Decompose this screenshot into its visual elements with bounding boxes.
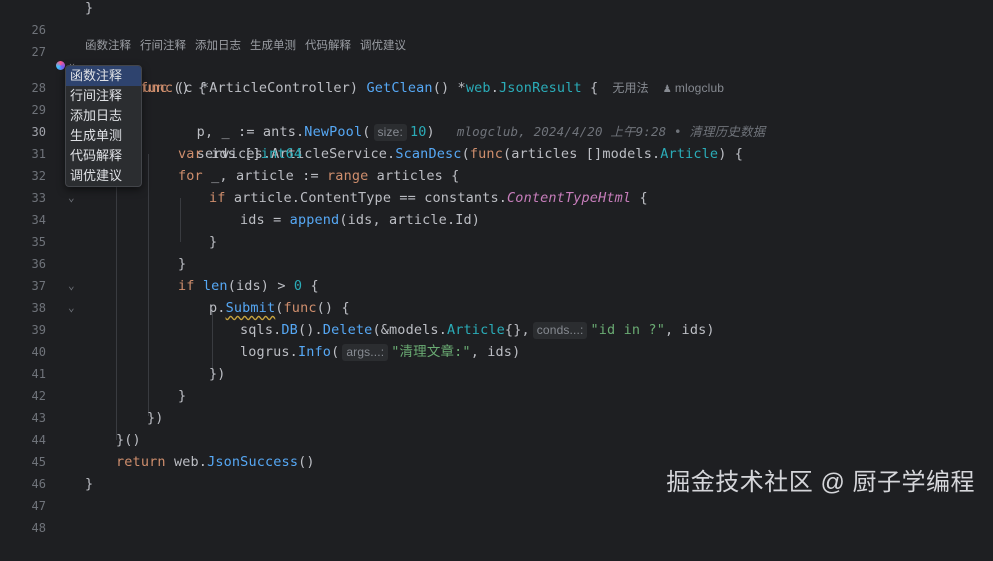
param-hint: args...: (342, 344, 389, 361)
code-line[interactable]: 36 } (0, 231, 993, 271)
lens-explain-code[interactable]: 代码解释 (305, 40, 351, 52)
code-token: return (116, 454, 166, 470)
lens-inline-comment[interactable]: 行间注释 (140, 40, 186, 52)
code-line[interactable]: 34 ⌄ if article.ContentType == constants… (0, 187, 993, 227)
lens-optimize-suggest[interactable]: 调优建议 (360, 40, 406, 52)
code-token: , ids) (470, 344, 521, 360)
code-token: JsonSuccess (207, 454, 299, 470)
code-token: "id in ?" (590, 322, 665, 338)
code-line[interactable]: 48 (0, 495, 993, 535)
code-token: web. (165, 454, 208, 470)
ai-code-lens: 函数注释 行间注释 添加日志 生成单测 代码解释 调优建议 (85, 37, 415, 53)
code-line[interactable]: 37 } (0, 253, 993, 293)
code-line[interactable]: 29 func() { (0, 77, 993, 117)
code-token: }() (116, 432, 141, 448)
code-token: () (298, 454, 315, 470)
code-line[interactable]: 38 ⌄ if len(ids) > 0 { (0, 275, 993, 315)
code-token: 0 (293, 278, 303, 294)
ai-plugin-icon[interactable] (56, 61, 65, 70)
code-token: ids [] (202, 146, 261, 162)
code-line[interactable]: 26 } (0, 0, 993, 37)
code-token: range (327, 168, 369, 184)
code-token: }) (147, 410, 164, 426)
code-token: Submit (225, 300, 276, 316)
lens-add-log[interactable]: 添加日志 (195, 40, 241, 52)
code-token: func (140, 80, 174, 96)
code-token: article.ContentType == constants. (225, 190, 508, 206)
code-token: int64 (260, 146, 303, 162)
code-token: ( (331, 344, 340, 360)
code-token: ids = (240, 212, 290, 228)
code-token: ( (275, 300, 284, 316)
code-token: if (178, 278, 195, 294)
code-token: len (202, 278, 228, 294)
code-token: Delete (322, 322, 373, 338)
code-token: _, article := (202, 168, 328, 184)
code-token: "清理文章:" (391, 344, 471, 360)
popup-item-inline-comment[interactable]: 行间注释 (66, 86, 141, 106)
code-line[interactable]: 45 }() (0, 429, 993, 469)
code-line[interactable]: 31 services.ArticleService.ScanDesc(func… (0, 121, 993, 162)
code-editor[interactable]: 26 } 27 函数注释 行间注释 添加日志 生成单测 代码解释 调优建议 28 func… (0, 0, 993, 535)
param-hint: conds...: (532, 322, 588, 339)
code-token: if (209, 190, 226, 206)
code-line[interactable]: 39 ⌄ p.Submit(func() { (0, 297, 993, 337)
popup-item-explain-code[interactable]: 代码解释 (66, 146, 141, 166)
code-token: Article (446, 322, 505, 338)
code-token: Info (297, 344, 332, 360)
code-token: (ids) > (227, 278, 294, 294)
code-token: DB (281, 322, 298, 338)
code-token: func (283, 300, 317, 316)
code-token: for (178, 168, 203, 184)
code-token: p. (209, 300, 226, 316)
code-token: { (302, 278, 319, 294)
code-line[interactable]: 42 }) (0, 363, 993, 403)
chevron-down-icon[interactable]: ⌄ (68, 187, 78, 209)
lens-function-comment[interactable]: 函数注释 (85, 40, 131, 52)
code-token: } (178, 256, 187, 272)
code-token: (&models. (372, 322, 447, 338)
ai-action-popup: 函数注释 行间注释 添加日志 生成单测 代码解释 调优建议 (65, 65, 142, 187)
code-line[interactable]: 32 var ids []int64 (0, 143, 993, 183)
code-line-current[interactable]: 30 p, _ := ants.NewPool(size: 10) mlogclub… (0, 99, 993, 141)
code-line[interactable]: 43 } (0, 385, 993, 425)
code-line[interactable]: 41 logrus.Info(args...: "清理文章:", ids) (0, 341, 993, 381)
chevron-down-icon[interactable]: ⌄ (68, 297, 78, 319)
lens-generate-test[interactable]: 生成单测 (250, 40, 296, 52)
code-token: (ids, article.Id) (339, 212, 481, 228)
line-number: 48 (31, 521, 46, 535)
code-token: () { (173, 80, 207, 96)
code-token: articles { (368, 168, 460, 184)
popup-item-generate-test[interactable]: 生成单测 (66, 126, 141, 146)
code-line[interactable]: 44 }) (0, 407, 993, 447)
code-token: }) (209, 366, 226, 382)
code-line[interactable]: 28 func (c *ArticleController) GetClean(… (0, 55, 993, 96)
code-token: } (85, 0, 94, 16)
watermark: 掘金技术社区 @ 厨子学编程 (666, 469, 975, 496)
code-token: } (209, 234, 218, 250)
code-token: {}, (504, 322, 530, 338)
code-token: } (85, 476, 94, 492)
chevron-down-icon[interactable]: ⌄ (68, 275, 78, 297)
popup-item-optimize-suggest[interactable]: 调优建议 (66, 166, 141, 186)
code-line[interactable]: 33 for _, article := range articles { (0, 165, 993, 205)
code-token: { (631, 190, 648, 206)
code-token: () { (316, 300, 350, 316)
code-token: (). (297, 322, 323, 338)
code-token: sqls. (240, 322, 282, 338)
code-token: append (289, 212, 340, 228)
code-token: var (178, 146, 203, 162)
popup-item-function-comment[interactable]: 函数注释 (66, 66, 141, 86)
code-line[interactable]: 35 ids = append(ids, article.Id) (0, 209, 993, 249)
code-token: ContentTypeHtml (507, 190, 632, 206)
code-line[interactable]: 40 sqls.DB().Delete(&models.Article{}, co… (0, 319, 993, 359)
code-token: , ids) (664, 322, 715, 338)
code-token: logrus. (240, 344, 298, 360)
code-token: } (178, 388, 187, 404)
popup-item-add-log[interactable]: 添加日志 (66, 106, 141, 126)
